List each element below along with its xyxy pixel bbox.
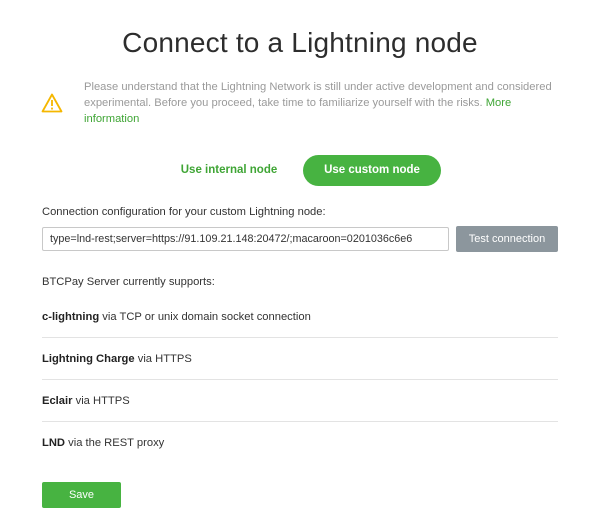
list-item-lnd: LND via the REST proxy: [42, 422, 558, 464]
implementation-name: LND: [42, 437, 65, 449]
use-custom-node-button[interactable]: Use custom node: [303, 155, 441, 186]
implementation-detail: via HTTPS: [75, 395, 130, 407]
implementation-detail: via TCP or unix domain socket connection: [102, 311, 311, 323]
connect-lightning-page: Connect to a Lightning node Please under…: [0, 0, 605, 532]
list-item-c-lightning: c-lightning via TCP or unix domain socke…: [42, 296, 558, 338]
implementation-name: Eclair: [42, 395, 73, 407]
save-button[interactable]: Save: [42, 482, 121, 508]
list-item-lightning-charge: Lightning Charge via HTTPS: [42, 338, 558, 380]
test-connection-button[interactable]: Test connection: [456, 226, 558, 252]
implementation-detail: via the REST proxy: [68, 437, 165, 449]
implementation-detail: via HTTPS: [137, 353, 192, 365]
warning-triangle-icon: [41, 93, 63, 113]
supports-heading: BTCPay Server currently supports:: [42, 276, 215, 288]
implementation-name: c-lightning: [42, 311, 100, 323]
connection-string-input[interactable]: type=lnd-rest;server=https://91.109.21.1…: [42, 227, 449, 251]
connection-config-label: Connection configuration for your custom…: [42, 206, 326, 218]
supported-implementations-list: c-lightning via TCP or unix domain socke…: [42, 296, 558, 464]
use-internal-node-button[interactable]: Use internal node: [165, 155, 293, 186]
warning-text: Please understand that the Lightning Net…: [84, 81, 552, 109]
page-title: Connect to a Lightning node: [122, 27, 478, 58]
implementation-name: Lightning Charge: [42, 353, 135, 365]
warning-message: Please understand that the Lightning Net…: [84, 79, 554, 127]
list-item-eclair: Eclair via HTTPS: [42, 380, 558, 422]
